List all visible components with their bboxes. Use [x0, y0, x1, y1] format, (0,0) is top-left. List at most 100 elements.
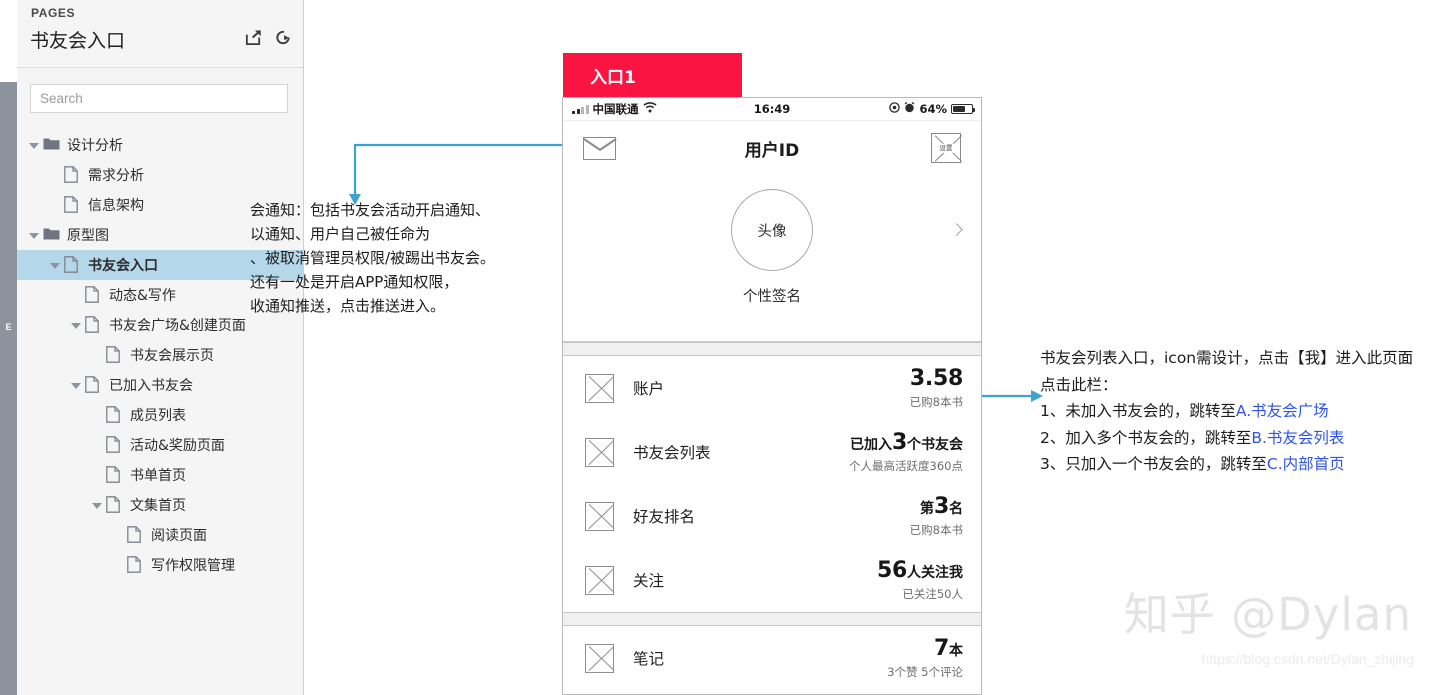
statusbar-right: 64%: [889, 101, 975, 116]
annotation-item-link[interactable]: C.内部首页: [1267, 455, 1345, 473]
annotation-left-line: 以通知、用户自己被任命为: [250, 225, 431, 243]
signature-label: 个性签名: [743, 289, 801, 305]
tree-item-书单首页[interactable]: 书单首页: [17, 460, 304, 490]
tree-item-label: 书友会展示页: [130, 348, 214, 364]
tree-item-成员列表[interactable]: 成员列表: [17, 400, 304, 430]
page-icon: [106, 466, 123, 484]
tree-item-书友会展示页[interactable]: 书友会展示页: [17, 340, 304, 370]
value-prefix: 已加入: [849, 436, 892, 453]
list-row-笔记[interactable]: 笔记 7本 3个赞 5个评论: [563, 626, 981, 690]
tree-item-活动&奖励页面[interactable]: 活动&奖励页面: [17, 430, 304, 460]
phone-mockup: 中国联通 16:49 64% 用户ID 设置 头像 个性签名 账户 3.58 已…: [562, 97, 982, 695]
page-icon: [106, 436, 123, 454]
location-icon: [889, 102, 901, 116]
list-row-value-main: 已加入3个书友会: [849, 430, 963, 455]
watermark-text: 知乎 @Dylan: [1123, 588, 1412, 641]
caret-spacer: [48, 198, 62, 212]
avatar[interactable]: 头像: [731, 189, 813, 271]
tree-item-写作权限管理[interactable]: 写作权限管理: [17, 550, 304, 580]
list-row-好友排名[interactable]: 好友排名 第3名 已购8本书: [563, 484, 981, 548]
list-row-value-sub: 3个赞 5个评论: [887, 665, 963, 680]
caret-down-icon[interactable]: [27, 228, 41, 242]
tree-item-需求分析[interactable]: 需求分析: [17, 160, 304, 190]
page-icon: [85, 376, 102, 394]
caret-down-icon[interactable]: [90, 498, 104, 512]
caret-down-icon[interactable]: [69, 318, 83, 332]
annotation-left-line: 还有一处是开启APP通知权限，: [250, 273, 459, 291]
list-row-value-main: 56人关注我: [877, 558, 963, 583]
tree-item-label: 书友会广场&创建页面: [109, 318, 246, 334]
alarm-icon: [904, 101, 915, 116]
tree-item-label: 已加入书友会: [109, 378, 193, 394]
caret-down-icon[interactable]: [48, 258, 62, 272]
tree-item-label: 成员列表: [130, 408, 186, 424]
tree-item-label: 活动&奖励页面: [130, 438, 225, 454]
annotation-item-link[interactable]: B.书友会列表: [1251, 429, 1344, 447]
caret-spacer: [69, 288, 83, 302]
value-suffix: 人关注我: [907, 564, 963, 581]
annotation-right-item: 2、加入多个书友会的，跳转至B.书友会列表: [1040, 425, 1440, 452]
tree-item-阅读页面[interactable]: 阅读页面: [17, 520, 304, 550]
pages-sidebar: PAGES 书友会入口 Search 设计分析 需求分析 信息架构 原型图 书友…: [17, 0, 304, 695]
list-group-1: 账户 3.58 已购8本书 书友会列表 已加入3个书友会 个人最高活跃度360点 好友排名第…: [563, 356, 981, 612]
page-icon: [64, 166, 81, 184]
list-group-2: 笔记 7本 3个赞 5个评论: [563, 626, 981, 690]
list-row-账户[interactable]: 账户 3.58 已购8本书: [563, 356, 981, 420]
tree-item-label: 需求分析: [88, 168, 144, 184]
tree-item-label: 书单首页: [130, 468, 186, 484]
page-icon: [106, 496, 123, 514]
annotation-right-line1: 书友会列表入口，icon需设计，点击【我】进入此页面: [1040, 349, 1414, 367]
annotation-item-text: 3、只加入一个书友会的，跳转至: [1040, 455, 1267, 473]
annotation-item-link[interactable]: A.书友会广场: [1236, 402, 1329, 420]
tree-item-已加入书友会[interactable]: 已加入书友会: [17, 370, 304, 400]
settings-icon[interactable]: 设置: [931, 133, 962, 163]
caret-spacer: [90, 408, 104, 422]
list-row-value-sub: 已购8本书: [909, 523, 963, 538]
folder-icon: [43, 226, 60, 244]
list-row-value-main: 7本: [887, 636, 963, 661]
tab-banner[interactable]: 入口1: [563, 53, 742, 97]
watermark-url: https://blog.csdn.net/Dylan_zhijing: [1201, 651, 1414, 667]
tree-item-label: 文集首页: [130, 498, 186, 514]
navbar-title: 用户ID: [744, 140, 800, 161]
annotation-left-line: 、被取消管理员权限/被踢出书友会。: [250, 249, 496, 267]
page-icon: [106, 406, 123, 424]
tree-item-label: 书友会入口: [88, 258, 158, 274]
annotation-right-item: 1、未加入书友会的，跳转至A.书友会广场: [1040, 398, 1440, 425]
profile-section: 头像 个性签名: [563, 175, 981, 342]
placeholder-image-icon: [585, 565, 615, 595]
caret-spacer: [111, 528, 125, 542]
sidebar-header: PAGES 书友会入口: [17, 0, 303, 68]
caret-spacer: [111, 558, 125, 572]
open-external-icon[interactable]: [244, 28, 263, 47]
page-title: 书友会入口: [30, 30, 126, 52]
tree-item-设计分析[interactable]: 设计分析: [17, 130, 304, 160]
annotation-right: 书友会列表入口，icon需设计，点击【我】进入此页面 点击此栏： 1、未加入书友…: [1040, 345, 1440, 478]
value-suffix: 名: [949, 500, 963, 517]
value-suffix: 本: [949, 642, 963, 659]
page-icon: [127, 556, 144, 574]
list-row-关注[interactable]: 关注 56人关注我 已关注50人: [563, 548, 981, 612]
list-row-value-sub: 已关注50人: [902, 587, 963, 602]
list-row-书友会列表[interactable]: 书友会列表 已加入3个书友会 个人最高活跃度360点: [563, 420, 981, 484]
placeholder-image-icon: [585, 373, 615, 403]
tree-item-文集首页[interactable]: 文集首页: [17, 490, 304, 520]
caret-down-icon[interactable]: [27, 138, 41, 152]
caret-spacer: [90, 348, 104, 362]
section-gap-1: [563, 342, 981, 356]
caret-spacer: [90, 438, 104, 452]
annotation-left-line: 收通知推送，点击推送进入。: [250, 297, 446, 315]
annotation-left: 会通知：包括书友会活动开启通知、 以通知、用户自己被任命为 、被取消管理员权限/被踢…: [250, 198, 580, 318]
caret-down-icon[interactable]: [69, 378, 83, 392]
settings-icon-label: 设置: [932, 143, 960, 153]
tree-item-label: 信息架构: [88, 198, 144, 214]
tree-item-label: 阅读页面: [151, 528, 207, 544]
caret-spacer: [48, 168, 62, 182]
chevron-right-icon[interactable]: [950, 223, 963, 236]
placeholder-image-icon: [585, 437, 615, 467]
sidebar-header-actions: [244, 28, 293, 47]
search-input[interactable]: [30, 84, 288, 113]
preview-refresh-icon[interactable]: [274, 28, 293, 47]
page-icon: [85, 316, 102, 334]
caret-spacer: [90, 468, 104, 482]
